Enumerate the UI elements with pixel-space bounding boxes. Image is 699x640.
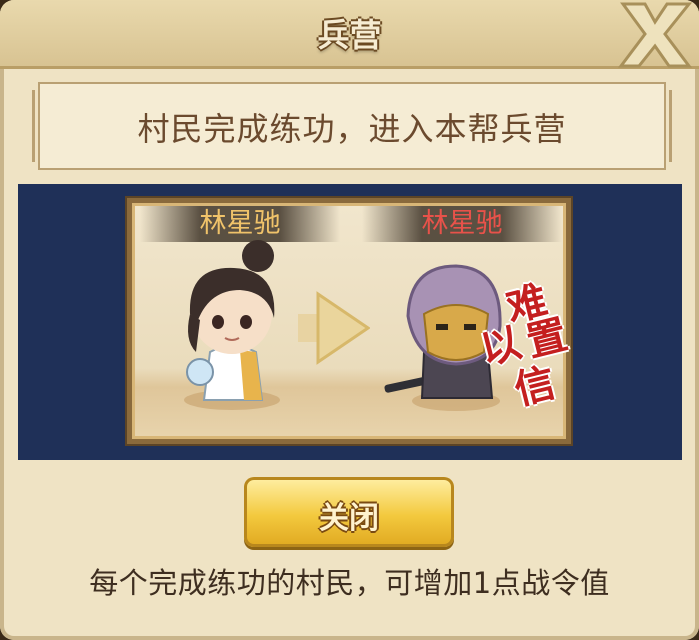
villager-name: 林星驰	[140, 206, 340, 242]
footer-note: 每个完成练功的村民，可增加1点战令值	[89, 566, 610, 600]
dialog-title: 兵营	[317, 16, 382, 54]
message-banner: 村民完成练功，进入本帮兵营	[32, 82, 672, 170]
stamp-icon: 难 以 置 信	[476, 262, 574, 414]
soldier-name: 林星驰	[362, 206, 562, 242]
close-button-label: 关闭	[319, 501, 379, 536]
banner-text: 村民完成练功，进入本帮兵营	[137, 110, 567, 148]
barracks-dialog: 兵营 村民完成练功，进入本帮兵营 林星驰 林星驰 难 以 置 信 关闭 每个完成…	[0, 0, 699, 640]
title-bar: 兵营	[0, 0, 699, 69]
close-x-icon[interactable]	[615, 0, 695, 70]
villager-portrait	[170, 240, 300, 419]
arrow-right-icon	[298, 288, 371, 372]
close-button[interactable]: 关闭	[244, 477, 454, 547]
